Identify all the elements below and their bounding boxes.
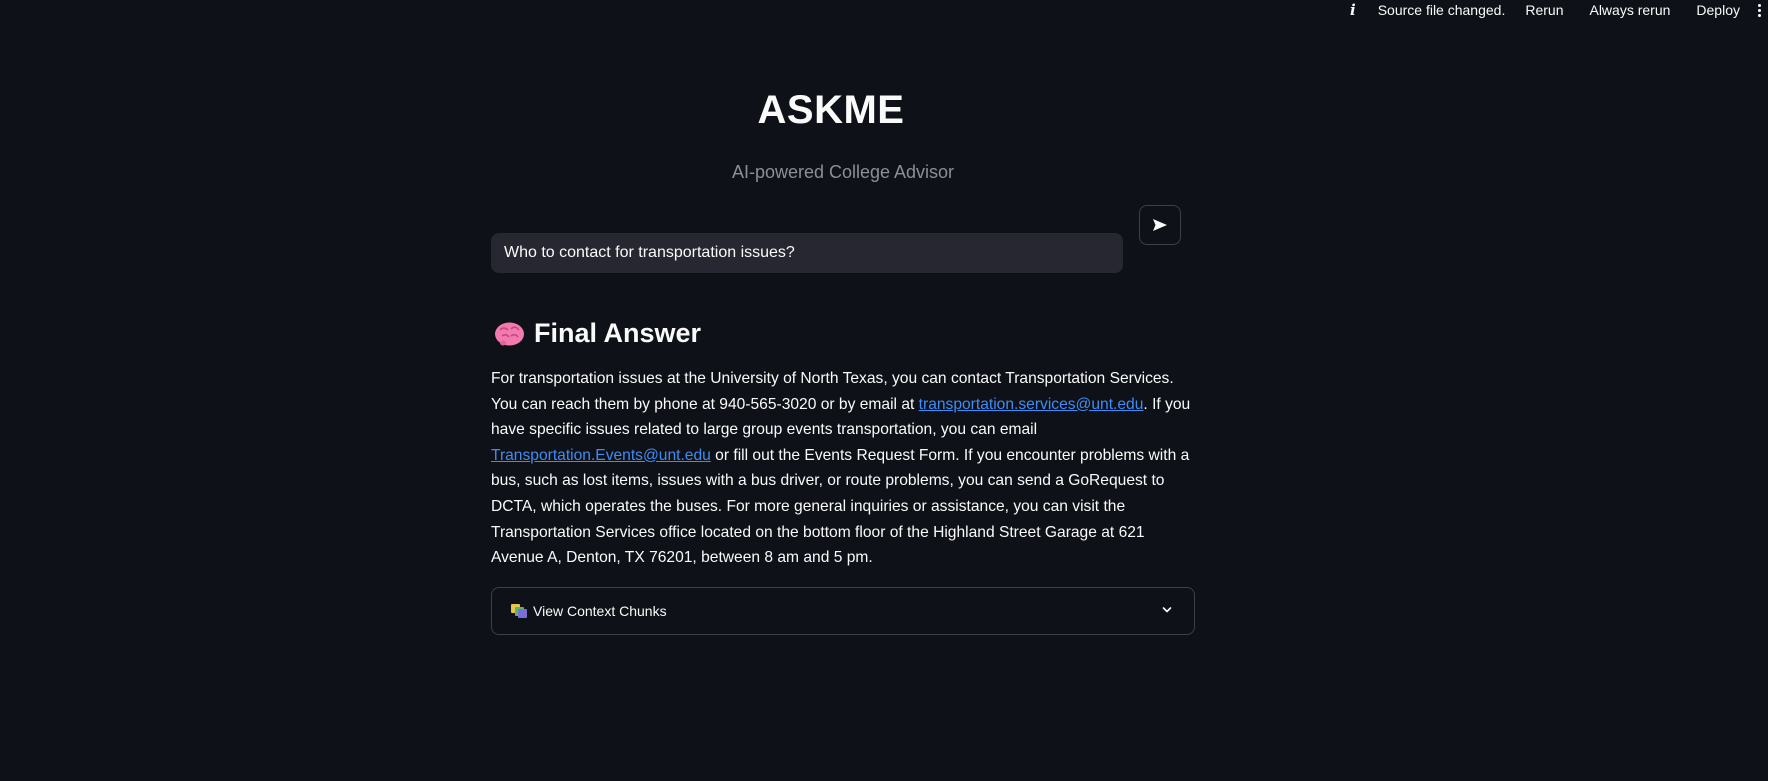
source-changed-status: Source file changed. <box>1377 2 1506 18</box>
answer-heading-text: Final Answer <box>534 318 702 348</box>
context-chunks-expander[interactable]: View Context Chunks <box>491 587 1195 635</box>
transportation-events-email-link[interactable]: Transportation.Events@unt.edu <box>491 447 711 464</box>
always-rerun-button[interactable]: Always rerun <box>1589 2 1670 18</box>
top-toolbar: i Source file changed. Rerun Always reru… <box>1350 0 1768 20</box>
brain-icon <box>494 321 525 347</box>
rerun-label: Rerun <box>1525 2 1564 18</box>
main-menu-icon[interactable] <box>1754 3 1764 17</box>
answer-heading: Final Answer <box>494 318 701 349</box>
chevron-down-icon <box>1162 607 1172 613</box>
rerun-button[interactable]: Rerun <box>1525 2 1563 18</box>
send-button[interactable] <box>1139 205 1181 245</box>
answer-body: For transportation issues at the Univers… <box>491 366 1195 571</box>
page-title: ASKME <box>757 88 905 132</box>
question-input[interactable]: Who to contact for transportation issues… <box>491 233 1123 273</box>
deploy-label: Deploy <box>1696 2 1740 18</box>
expander-label: View Context Chunks <box>533 603 667 619</box>
question-input-value: Who to contact for transportation issues… <box>504 244 795 261</box>
page-subtitle: AI-powered College Advisor <box>731 162 955 182</box>
transportation-services-email-link[interactable]: transportation.services@unt.edu <box>919 396 1144 413</box>
books-icon <box>511 604 527 618</box>
always-rerun-label: Always rerun <box>1589 2 1671 18</box>
deploy-button[interactable]: Deploy <box>1696 2 1740 18</box>
send-arrow-icon <box>1153 219 1167 231</box>
info-icon[interactable]: i <box>1350 1 1356 19</box>
answer-text-part3: or fill out the Events Request Form. If … <box>491 446 1190 567</box>
